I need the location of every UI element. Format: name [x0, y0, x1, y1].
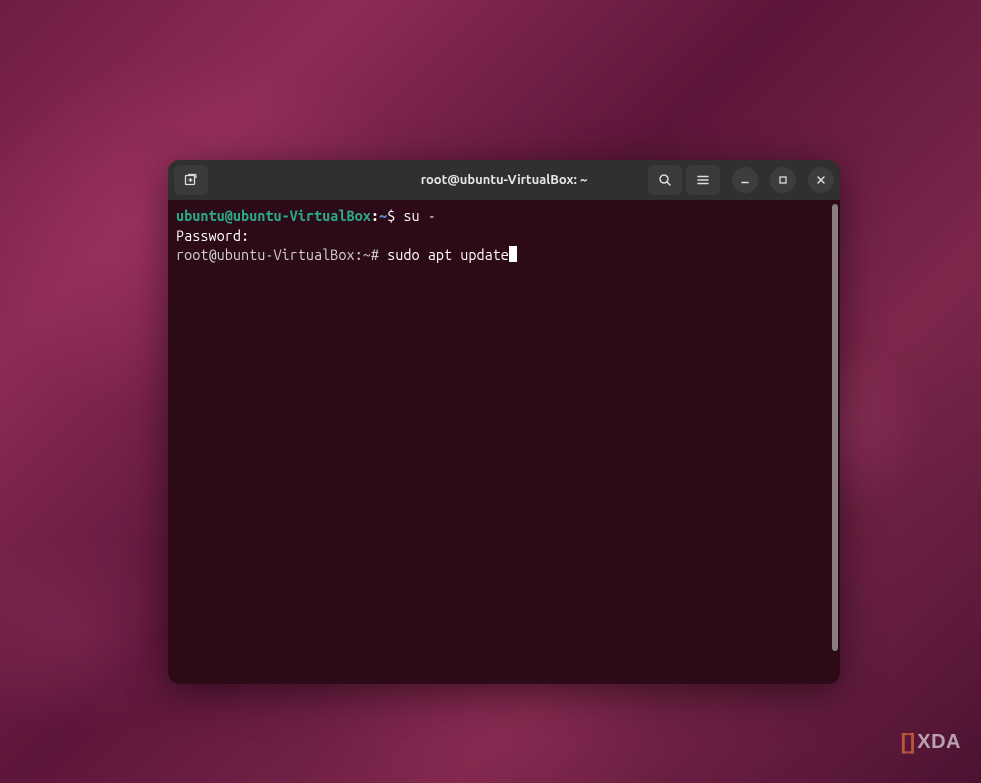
root-prompt: root@ubuntu-VirtualBox:~# [176, 246, 387, 263]
terminal-line-1: ubuntu@ubuntu-VirtualBox:~$ su - [176, 206, 832, 226]
search-button[interactable] [648, 165, 682, 195]
window-title: root@ubuntu-VirtualBox: ~ [421, 173, 588, 187]
new-tab-icon [183, 172, 199, 188]
menu-button[interactable] [686, 165, 720, 195]
new-tab-button[interactable] [174, 165, 208, 195]
prompt-user-host: ubuntu@ubuntu-VirtualBox [176, 207, 371, 224]
maximize-icon [777, 174, 789, 186]
watermark-bracket: [] [901, 729, 916, 755]
terminal-line-2: Password: [176, 226, 832, 246]
prompt-colon: : [371, 207, 379, 224]
cursor [509, 246, 517, 262]
scrollbar[interactable] [832, 204, 838, 680]
maximize-button[interactable] [770, 167, 796, 193]
prompt-path: ~ [379, 207, 387, 224]
window-controls [732, 167, 834, 193]
close-icon [815, 174, 827, 186]
prompt-symbol: $ [387, 207, 403, 224]
command-text: su - [403, 207, 435, 224]
minimize-button[interactable] [732, 167, 758, 193]
titlebar: root@ubuntu-VirtualBox: ~ [168, 160, 840, 200]
watermark-text: XDA [917, 731, 961, 754]
terminal-content[interactable]: ubuntu@ubuntu-VirtualBox:~$ su - Passwor… [168, 200, 840, 684]
password-prompt: Password: [176, 227, 257, 244]
minimize-icon [739, 174, 751, 186]
terminal-window: root@ubuntu-VirtualBox: ~ [168, 160, 840, 684]
watermark: [] XDA [901, 729, 961, 755]
terminal-line-3: root@ubuntu-VirtualBox:~# sudo apt updat… [176, 245, 832, 265]
hamburger-icon [695, 172, 711, 188]
command-text: sudo apt update [387, 246, 509, 263]
close-button[interactable] [808, 167, 834, 193]
search-icon [657, 172, 673, 188]
scrollbar-thumb[interactable] [832, 204, 838, 651]
